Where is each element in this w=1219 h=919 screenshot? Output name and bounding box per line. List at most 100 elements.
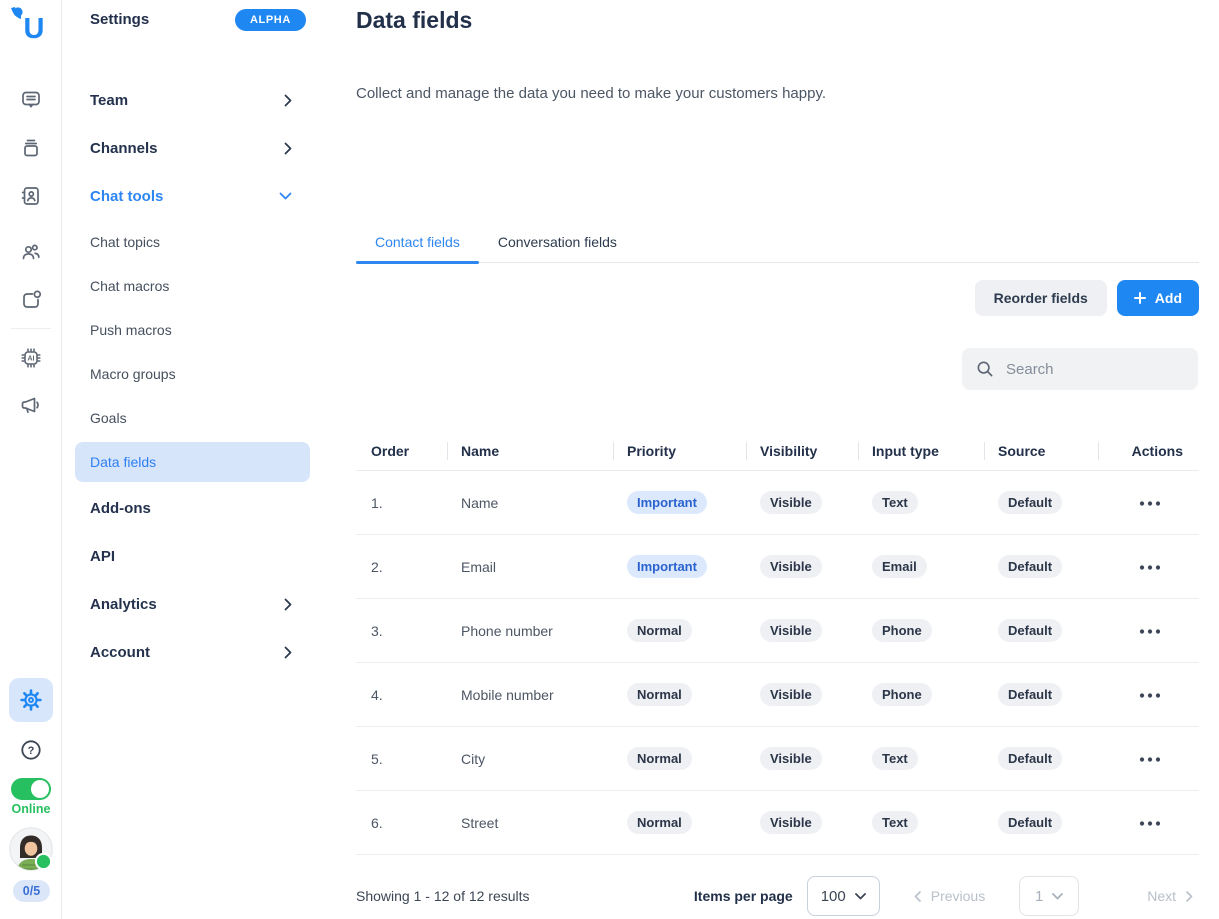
previous-page-button[interactable]: Previous [914,888,985,904]
cell-order: 4. [356,687,447,703]
row-actions-button[interactable] [1133,815,1183,832]
cell-name: Phone number [447,623,613,639]
visibility-badge: Visible [760,747,822,770]
page-title: Data fields [356,7,472,34]
row-actions-button[interactable] [1133,751,1183,768]
table-row: 4. Mobile number Normal Visible Phone De… [356,663,1199,727]
chevron-right-icon [284,646,292,659]
sidebar-item-label: Macro groups [90,366,176,382]
contacts-book-icon[interactable] [19,184,43,208]
cell-actions [1098,685,1199,704]
input-type-badge: Phone [872,619,932,642]
announcements-megaphone-icon[interactable] [19,393,43,417]
table-header: Order Name Priority Visibility Input typ… [356,432,1199,471]
chat-messages-icon[interactable] [19,88,43,112]
row-actions-button[interactable] [1133,495,1183,512]
cell-name: Email [447,559,613,575]
visibility-badge: Visible [760,683,822,706]
cell-order: 2. [356,559,447,575]
cell-visibility: Visible [746,811,858,834]
cell-source: Default [984,491,1098,514]
row-actions-button[interactable] [1133,623,1183,640]
row-actions-button[interactable] [1133,687,1183,704]
sidebar-item-chat-macros[interactable]: Chat macros [75,264,310,308]
gear-icon [19,688,43,712]
next-label: Next [1147,888,1176,904]
ellipsis-icon [1139,821,1163,826]
sidebar-item-team[interactable]: Team [75,76,310,124]
visibility-badge: Visible [760,619,822,642]
chevron-down-icon [279,192,292,200]
priority-badge: Normal [627,811,692,834]
sidebar-item-goals[interactable]: Goals [75,396,310,440]
ai-chip-icon[interactable]: AI [19,346,43,370]
sidebar-item-account[interactable]: Account [75,628,310,676]
sidebar-item-add-ons[interactable]: Add-ons [75,484,310,532]
cell-source: Default [984,619,1098,642]
reorder-fields-button[interactable]: Reorder fields [975,280,1107,316]
column-header-priority: Priority [613,443,746,459]
ellipsis-icon [1139,757,1163,762]
sidebar-item-push-macros[interactable]: Push macros [75,308,310,352]
add-button-label: Add [1155,290,1182,306]
table-row: 5. City Normal Visible Text Default [356,727,1199,791]
sidebar-item-analytics[interactable]: Analytics [75,580,310,628]
cell-input-type: Email [858,555,984,578]
sidebar-item-data-fields[interactable]: Data fields [75,442,310,482]
cell-actions [1098,493,1199,512]
sidebar-item-chat-tools[interactable]: Chat tools [75,172,310,220]
page-select[interactable]: 1 [1019,876,1079,916]
chevron-left-icon [914,891,921,902]
settings-gear-button[interactable] [9,678,53,722]
items-per-page-select[interactable]: 100 [807,876,880,916]
cell-name: Name [447,495,613,511]
alpha-badge: ALPHA [235,9,306,31]
input-type-badge: Phone [872,683,932,706]
cell-priority: Important [613,555,746,578]
online-status-label: Online [0,802,62,816]
ellipsis-icon [1139,565,1163,570]
table-row: 1. Name Important Visible Text Default [356,471,1199,535]
toggle-knob [31,780,49,798]
team-people-icon[interactable] [19,241,43,265]
column-header-source: Source [984,443,1098,459]
cell-input-type: Phone [858,683,984,706]
chat-status-icon[interactable] [19,288,43,312]
next-page-button[interactable]: Next [1147,888,1193,904]
sidebar-item-label: Team [90,92,128,109]
sidebar-item-channels[interactable]: Channels [75,124,310,172]
source-badge: Default [998,555,1062,578]
sidebar-item-macro-groups[interactable]: Macro groups [75,352,310,396]
cell-source: Default [984,555,1098,578]
sidebar-item-label: Chat macros [90,278,169,294]
sidebar-item-api[interactable]: API [75,532,310,580]
search-input[interactable] [1006,361,1185,378]
table-row: 3. Phone number Normal Visible Phone Def… [356,599,1199,663]
cell-priority: Important [613,491,746,514]
online-toggle[interactable] [11,778,51,800]
items-per-page-label: Items per page [694,888,793,904]
avatar[interactable] [9,827,53,871]
sidebar-item-label: Add-ons [90,500,151,517]
pagination-bar: Showing 1 - 12 of 12 results Items per p… [356,876,1199,916]
rail-divider [11,328,51,329]
sidebar-title: Settings [90,11,149,28]
tab-contact-fields[interactable]: Contact fields [356,226,479,262]
previous-label: Previous [931,888,985,904]
help-icon[interactable]: ? [19,738,43,762]
tab-conversation-fields[interactable]: Conversation fields [479,226,636,262]
cell-actions [1098,813,1199,832]
sidebar-item-chat-topics[interactable]: Chat topics [75,220,310,264]
inbox-box-icon[interactable] [19,136,43,160]
cell-name: City [447,751,613,767]
source-badge: Default [998,747,1062,770]
input-type-badge: Text [872,747,918,770]
cell-priority: Normal [613,747,746,770]
priority-badge: Normal [627,619,692,642]
pagination-controls: Items per page 100 Previous 1 Next [694,876,1199,916]
sidebar-item-label: Account [90,644,150,661]
add-button[interactable]: Add [1117,280,1199,316]
userlike-logo[interactable]: U [8,5,52,45]
row-actions-button[interactable] [1133,559,1183,576]
toolbar: Reorder fields Add [975,280,1199,316]
